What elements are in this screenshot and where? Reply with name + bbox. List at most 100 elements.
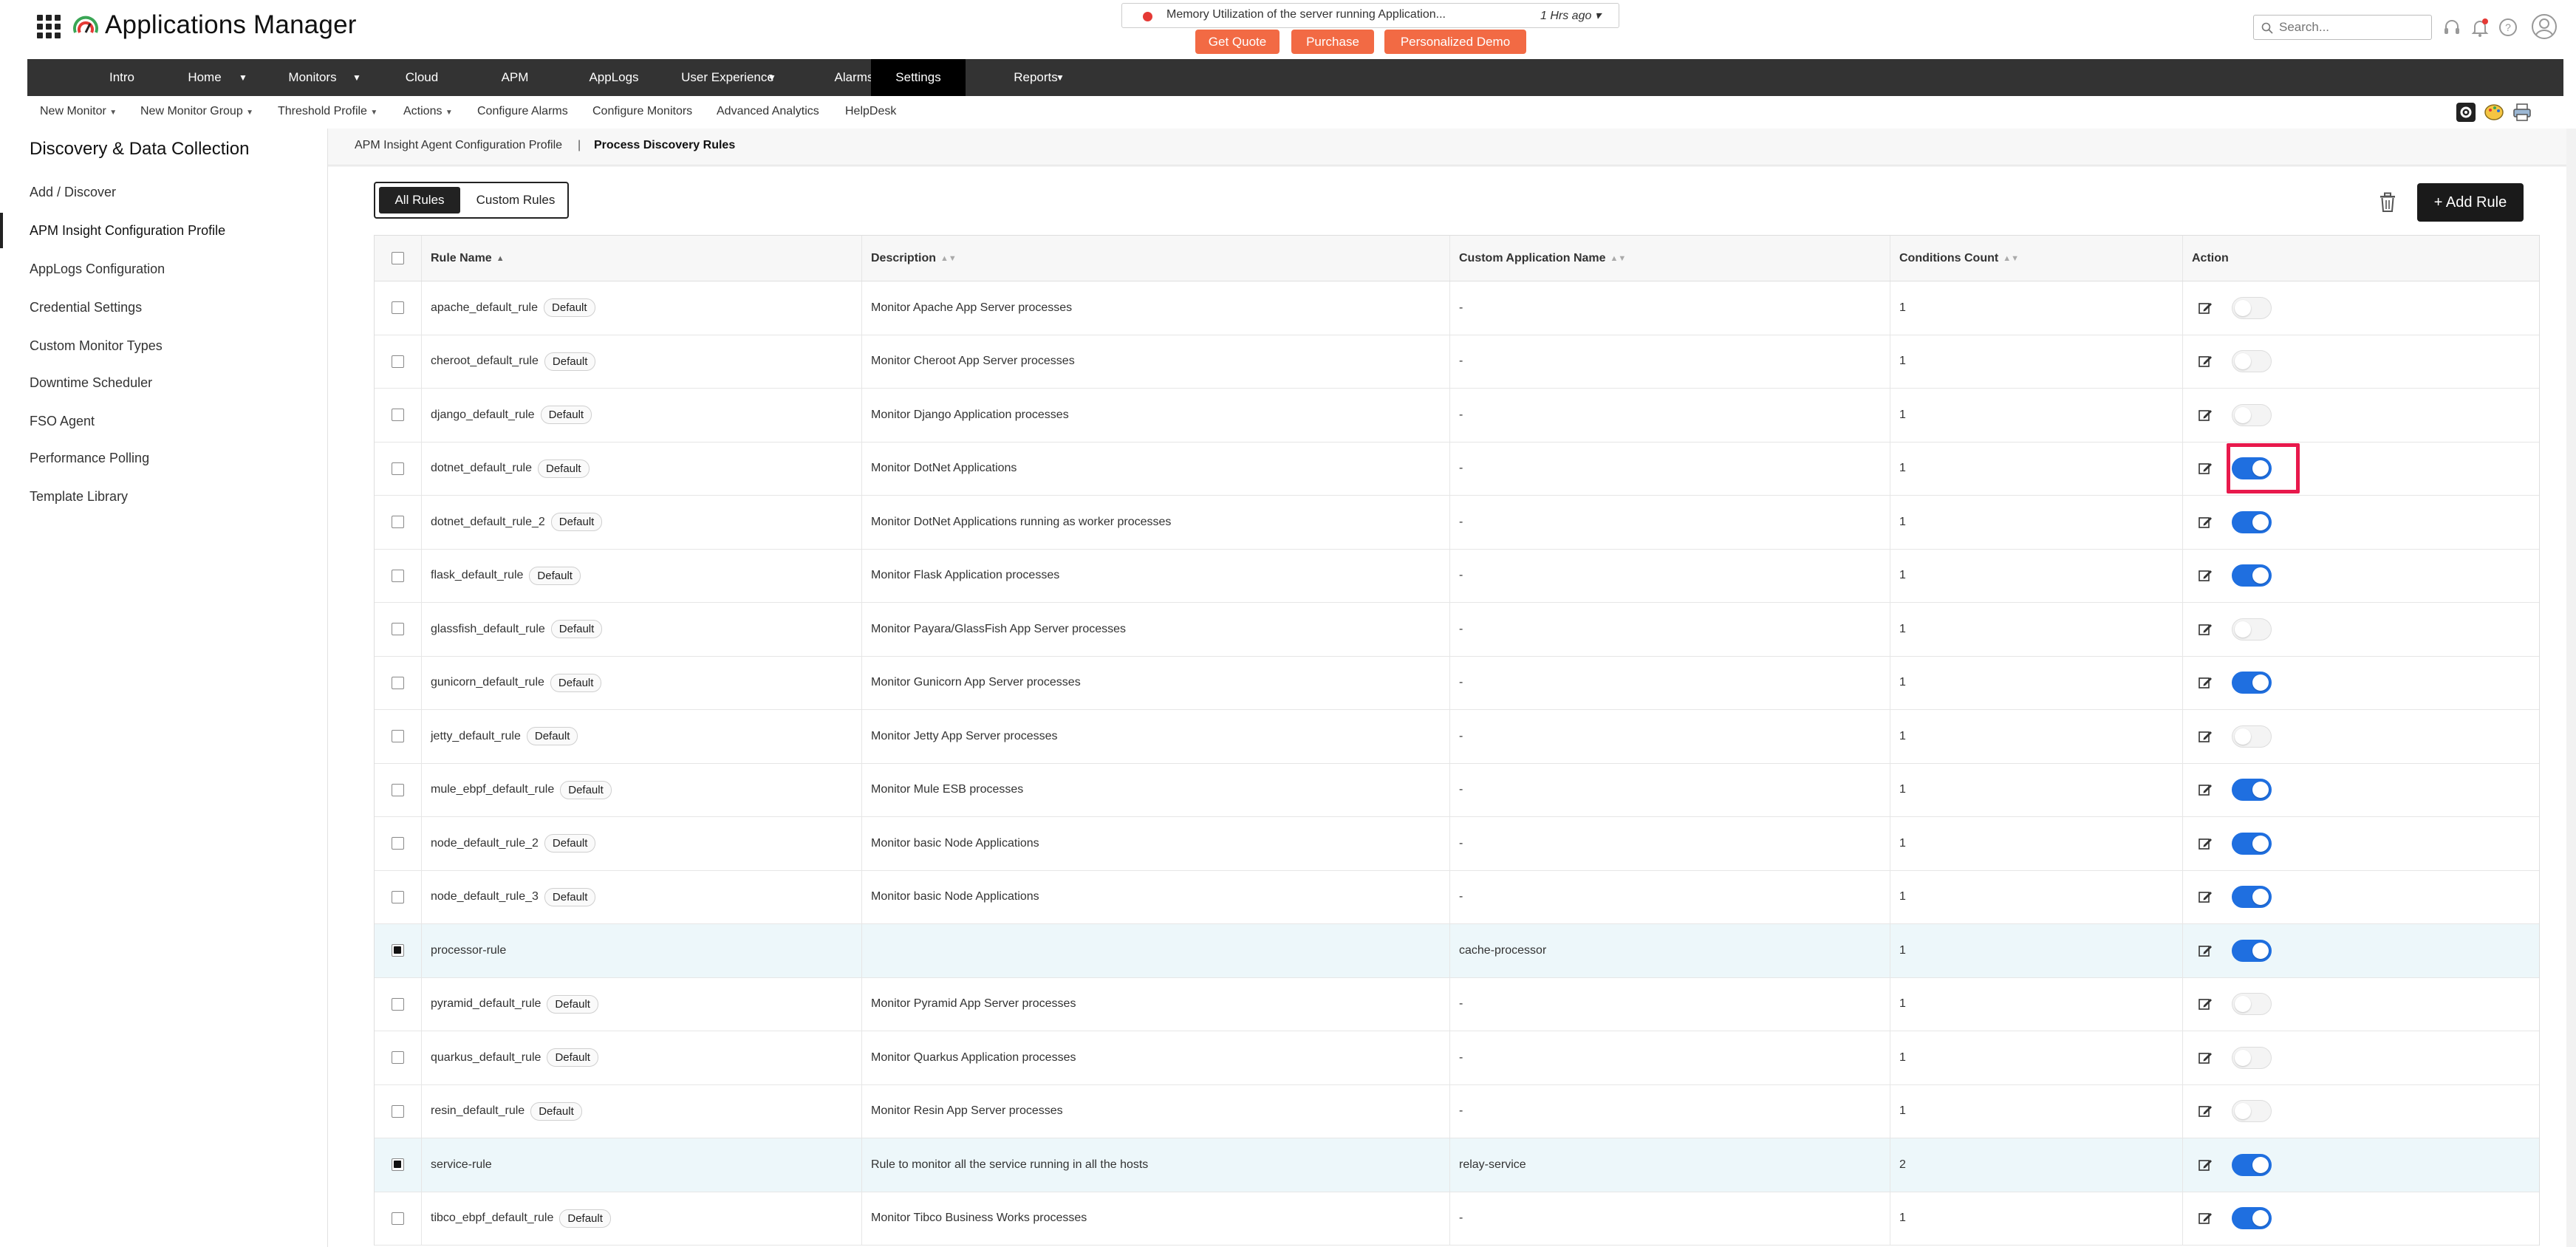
nav-reports[interactable]: Reports [982,59,1090,96]
configure-alarms-link[interactable]: Configure Alarms [477,105,568,118]
advanced-analytics-link[interactable]: Advanced Analytics [717,105,819,118]
enable-toggle[interactable] [2232,350,2272,373]
sidebar-item-applogs-configuration[interactable]: AppLogs Configuration [0,251,327,287]
row-checkbox[interactable] [392,837,404,850]
alert-text[interactable]: Memory Utilization of the server running… [1166,8,1446,21]
row-checkbox[interactable] [392,355,404,368]
edit-icon[interactable] [2198,301,2213,315]
enable-toggle[interactable] [2232,457,2272,480]
edit-icon[interactable] [2198,836,2213,851]
add-rule-button[interactable]: + Add Rule [2417,183,2524,222]
enable-toggle[interactable] [2232,1153,2272,1176]
nav-reports-chevron-icon[interactable]: ▼ [1056,59,1065,96]
enable-toggle[interactable] [2232,564,2272,587]
header-rule-name[interactable]: Rule Name ▲ [422,236,862,281]
alert-time[interactable]: 1 Hrs ago ▾ [1540,8,1601,23]
sidebar-item-fso-agent[interactable]: FSO Agent [0,403,327,439]
printer-icon[interactable] [2512,102,2532,123]
new-monitor-group-menu[interactable]: New Monitor Group ▼ [140,105,253,118]
sidebar-item-template-library[interactable]: Template Library [0,479,327,514]
header-conditions-count[interactable]: Conditions Count ▲▼ [1890,236,2183,281]
nav-apm[interactable]: APM [471,59,559,96]
row-checkbox[interactable] [392,516,404,529]
nav-home[interactable]: Home [162,59,247,96]
row-checkbox[interactable] [392,462,404,475]
edit-icon[interactable] [2198,1211,2213,1226]
help-icon[interactable]: ? [2497,16,2519,38]
nav-home-chevron-icon[interactable]: ▼ [239,59,247,96]
app-grid-icon[interactable] [37,15,61,38]
breadcrumb-parent[interactable]: APM Insight Agent Configuration Profile [355,139,562,152]
header-custom-application-name[interactable]: Custom Application Name ▲▼ [1450,236,1890,281]
actions-menu[interactable]: Actions ▼ [403,105,453,118]
alert-ticker[interactable]: Memory Utilization of the server running… [1121,3,1619,28]
user-avatar-icon[interactable] [2531,13,2558,40]
search-input[interactable] [2279,18,2427,36]
edit-icon[interactable] [2198,515,2213,530]
select-all-checkbox[interactable] [392,252,404,264]
edit-icon[interactable] [2198,675,2213,690]
row-checkbox[interactable] [392,676,404,689]
sidebar-item-downtime-scheduler[interactable]: Downtime Scheduler [0,365,327,400]
configure-monitors-link[interactable]: Configure Monitors [592,105,692,118]
edit-icon[interactable] [2198,622,2213,637]
enable-toggle[interactable] [2232,1100,2272,1123]
nav-settings[interactable]: Settings [871,59,966,96]
row-checkbox[interactable] [392,301,404,315]
threshold-profile-menu[interactable]: Threshold Profile ▼ [278,105,377,118]
theme-palette-icon[interactable] [2484,102,2504,123]
row-checkbox[interactable] [392,944,404,957]
enable-toggle[interactable] [2232,403,2272,426]
enable-toggle[interactable] [2232,1207,2272,1230]
sidebar-item-apm-insight-configuration-profile[interactable]: APM Insight Configuration Profile [0,213,327,248]
nav-monitors[interactable]: Monitors [264,59,361,96]
row-checkbox[interactable] [392,409,404,422]
purchase-button[interactable]: Purchase [1291,30,1374,54]
edit-icon[interactable] [2198,568,2213,583]
edit-icon[interactable] [2198,729,2213,744]
enable-toggle[interactable] [2232,618,2272,640]
sidebar-item-custom-monitor-types[interactable]: Custom Monitor Types [0,328,327,363]
tab-custom-rules[interactable]: Custom Rules [467,187,564,213]
delete-trash-icon[interactable] [2378,192,2397,213]
enable-toggle[interactable] [2232,939,2272,962]
row-checkbox[interactable] [392,1104,404,1118]
sidebar-item-credential-settings[interactable]: Credential Settings [0,290,327,325]
edit-icon[interactable] [2198,1158,2213,1172]
helpdesk-link[interactable]: HelpDesk [845,105,896,118]
enable-toggle[interactable] [2232,296,2272,319]
enable-toggle[interactable] [2232,672,2272,694]
get-quote-button[interactable]: Get Quote [1195,30,1280,54]
edit-icon[interactable] [2198,943,2213,958]
search-box[interactable] [2253,15,2432,40]
row-checkbox[interactable] [392,890,404,903]
sidebar-item-performance-polling[interactable]: Performance Polling [0,440,327,476]
personalized-demo-button[interactable]: Personalized Demo [1384,30,1526,54]
edit-icon[interactable] [2198,461,2213,476]
row-checkbox[interactable] [392,1212,404,1225]
edit-icon[interactable] [2198,782,2213,797]
nav-monitors-chevron-icon[interactable]: ▼ [352,59,361,96]
edit-icon[interactable] [2198,997,2213,1011]
edit-icon[interactable] [2198,408,2213,423]
row-checkbox[interactable] [392,1051,404,1065]
enable-toggle[interactable] [2232,1046,2272,1069]
edit-icon[interactable] [2198,1050,2213,1065]
tab-all-rules[interactable]: All Rules [379,187,460,213]
row-checkbox[interactable] [392,569,404,582]
notification-bell-icon[interactable] [2469,16,2491,38]
header-description[interactable]: Description ▲▼ [862,236,1450,281]
row-checkbox[interactable] [392,623,404,636]
edit-icon[interactable] [2198,889,2213,904]
edit-icon[interactable] [2198,1104,2213,1118]
nav-intro[interactable]: Intro [88,59,156,96]
enable-toggle[interactable] [2232,779,2272,802]
row-checkbox[interactable] [392,1158,404,1172]
nav-cloud[interactable]: Cloud [379,59,465,96]
enable-toggle[interactable] [2232,832,2272,855]
nav-user-experience[interactable]: User Experience [648,59,807,96]
row-checkbox[interactable] [392,997,404,1011]
row-checkbox[interactable] [392,730,404,743]
headset-icon[interactable] [2441,16,2463,38]
new-monitor-menu[interactable]: New Monitor ▼ [40,105,117,118]
